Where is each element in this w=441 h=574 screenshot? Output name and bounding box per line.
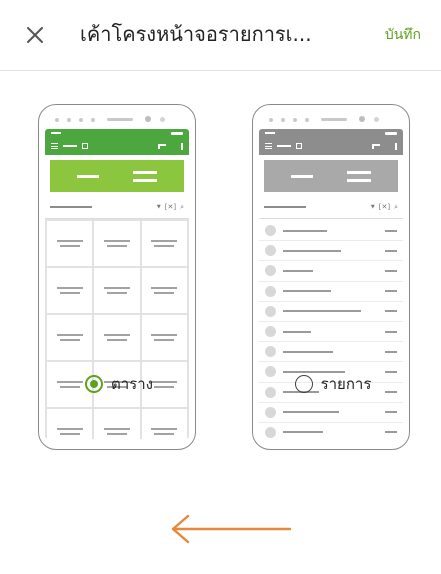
preview-grid-cell (141, 268, 187, 313)
close-icon (27, 27, 43, 43)
save-button[interactable]: บันทึก (385, 24, 421, 46)
arrow-left-icon (171, 514, 292, 544)
preview-grid-cell (141, 221, 187, 266)
preview-grid-cell (47, 268, 93, 313)
layout-option-grid[interactable]: ▼ [✕] ⌕ (38, 104, 200, 450)
preview-list-row (259, 302, 403, 322)
preview-grid-cell (94, 315, 140, 360)
preview-list-row (259, 241, 403, 262)
status-bar (259, 129, 403, 137)
preview-grid-cell (47, 315, 93, 360)
preview-list-row (259, 423, 403, 439)
radio-grid[interactable]: ตาราง (38, 372, 200, 396)
phone-top-decoration (39, 114, 195, 124)
preview-grid-cell (94, 268, 140, 313)
preview-toolbar (45, 137, 189, 155)
preview-list-row (259, 342, 403, 363)
preview-toolbar (259, 137, 403, 155)
preview-banner (264, 160, 398, 192)
preview-grid-cells (45, 219, 189, 439)
preview-list-row (259, 261, 403, 282)
grid-phone-preview[interactable]: ▼ [✕] ⌕ (38, 104, 196, 450)
preview-list-row (259, 221, 403, 242)
preview-banner (50, 160, 184, 192)
list-phone-preview[interactable]: ▼ [✕] ⌕ (252, 104, 410, 450)
preview-list-row (259, 403, 403, 423)
preview-list-row (259, 322, 403, 343)
close-button[interactable] (22, 22, 48, 48)
preview-grid-cell (94, 221, 140, 266)
preview-filter-row: ▼ [✕] ⌕ (259, 196, 403, 219)
page-title: เค้าโครงหน้าจอรายการเ... (80, 22, 312, 46)
preview-grid-cell (47, 221, 93, 266)
preview-list-rows (259, 219, 403, 439)
status-bar (45, 129, 189, 137)
preview-grid-cell (47, 409, 93, 439)
preview-grid-cell (94, 409, 140, 439)
radio-unselected-icon[interactable] (294, 375, 313, 393)
radio-selected-icon[interactable] (85, 375, 104, 393)
layout-option-list[interactable]: ▼ [✕] ⌕ (252, 104, 414, 450)
radio-label-grid: ตาราง (111, 375, 153, 393)
app-bar: เค้าโครงหน้าจอรายการเ... บันทึก (0, 0, 441, 71)
preview-list-row (259, 282, 403, 302)
radio-label-list: รายการ (320, 375, 372, 393)
phone-top-decoration (253, 114, 409, 124)
preview-grid-cell (141, 315, 187, 360)
radio-list[interactable]: รายการ (252, 372, 414, 396)
preview-grid-cell (141, 409, 187, 439)
preview-filter-row: ▼ [✕] ⌕ (45, 196, 189, 219)
